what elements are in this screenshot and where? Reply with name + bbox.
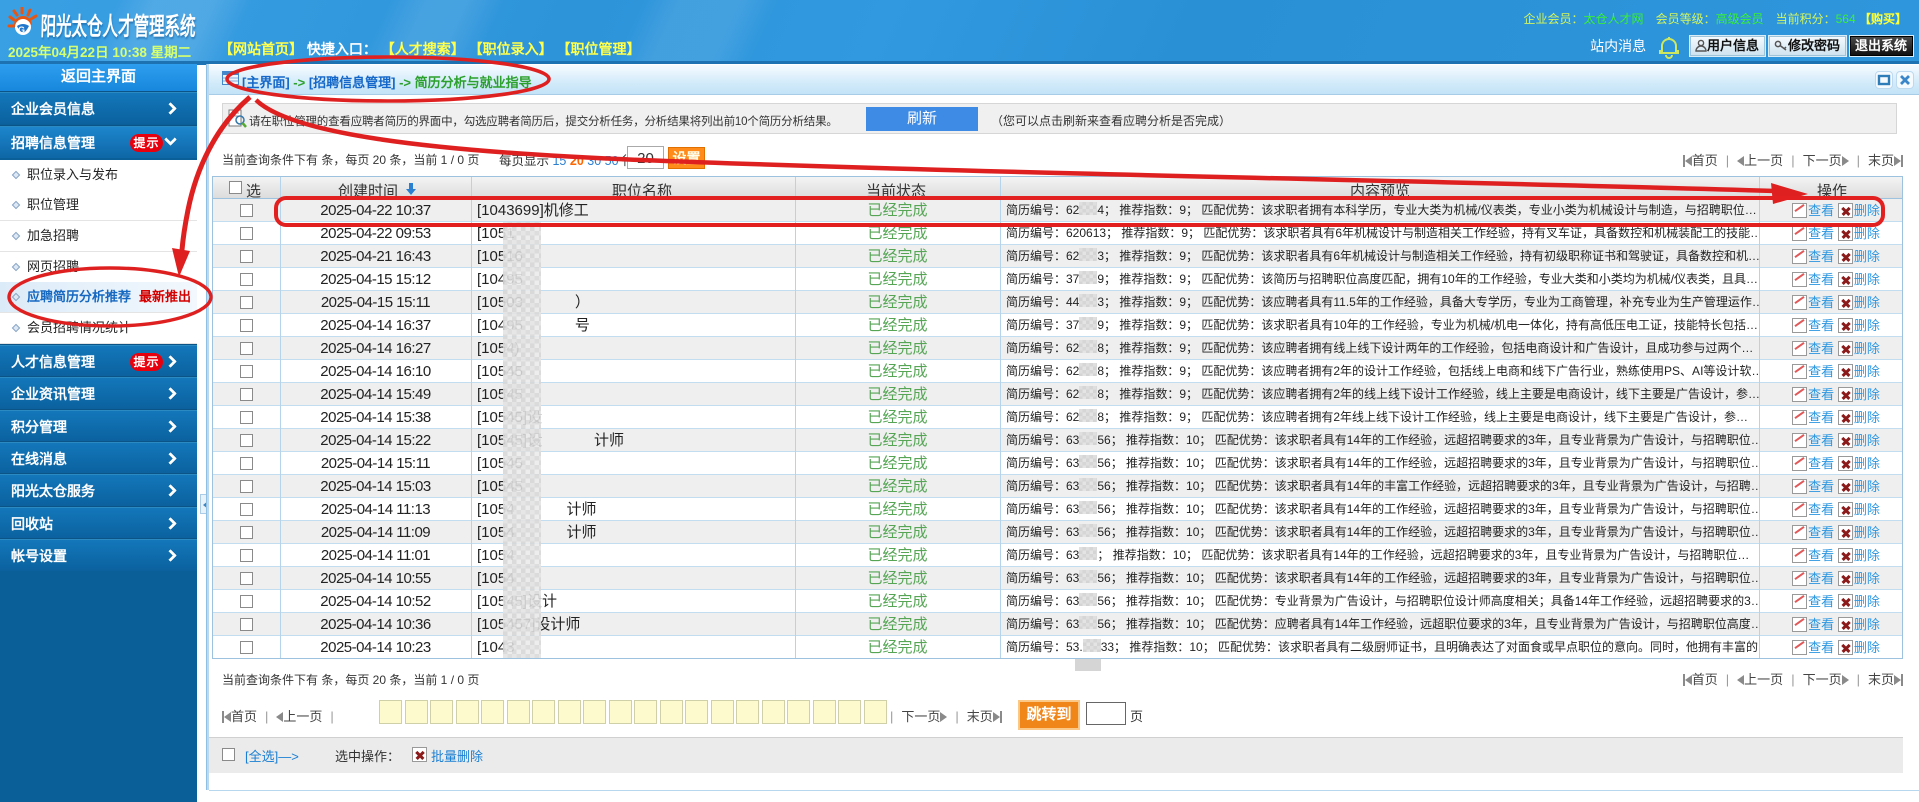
svg-text:G: G: [18, 25, 25, 35]
